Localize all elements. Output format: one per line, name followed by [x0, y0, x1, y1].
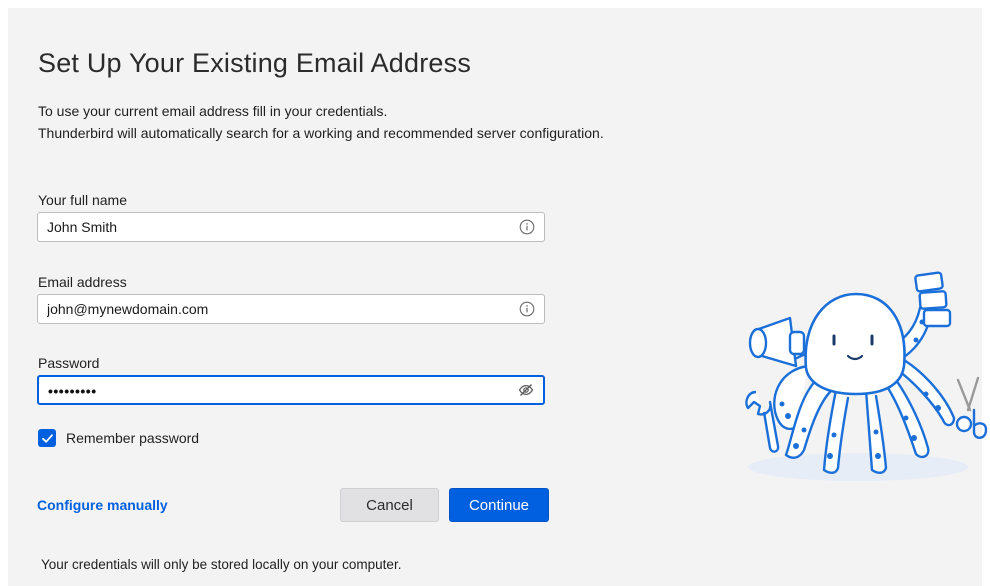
remember-password-row[interactable]: Remember password: [38, 429, 199, 447]
intro-line-1: To use your current email address fill i…: [38, 103, 388, 119]
password-field[interactable]: •••••••••: [37, 375, 545, 405]
eye-slash-icon[interactable]: [518, 382, 534, 398]
checkmark-icon: [41, 433, 53, 443]
cancel-button[interactable]: Cancel: [340, 488, 439, 522]
octopus-mascot-illustration: [745, 271, 988, 481]
intro-line-2: Thunderbird will automatically search fo…: [38, 125, 604, 141]
credentials-note: Your credentials will only be stored loc…: [41, 557, 402, 572]
page-title: Set Up Your Existing Email Address: [38, 48, 472, 78]
password-input[interactable]: •••••••••: [48, 383, 97, 399]
fullname-label: Your full name: [38, 192, 127, 208]
continue-button[interactable]: Continue: [449, 488, 549, 522]
info-icon[interactable]: [519, 219, 535, 235]
configure-manually-link[interactable]: Configure manually: [37, 497, 168, 513]
info-icon[interactable]: [519, 301, 535, 317]
remember-password-label[interactable]: Remember password: [66, 430, 199, 446]
email-label: Email address: [38, 274, 127, 290]
email-field[interactable]: [37, 294, 545, 324]
email-input[interactable]: [38, 295, 517, 323]
remember-password-checkbox[interactable]: [38, 429, 56, 447]
intro-text: To use your current email address fill i…: [38, 100, 604, 144]
password-label: Password: [38, 355, 100, 371]
account-setup-panel: Set Up Your Existing Email Address To us…: [8, 8, 988, 586]
fullname-field[interactable]: [37, 212, 545, 242]
fullname-input[interactable]: [38, 213, 517, 241]
